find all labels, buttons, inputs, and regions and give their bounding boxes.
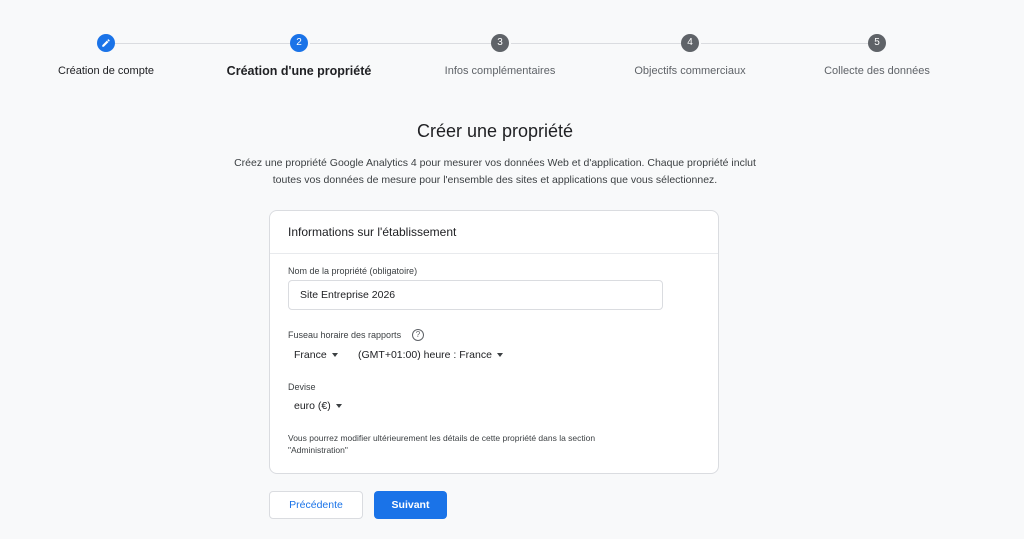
note-line: "Administration"	[288, 445, 348, 455]
caret-down-icon	[331, 353, 338, 357]
property-name-input[interactable]	[288, 280, 663, 310]
pencil-icon	[102, 39, 110, 47]
timezone-label: Fuseau horaire des rapports	[288, 330, 402, 340]
step-number: 5	[868, 34, 886, 52]
step-number: 4	[681, 34, 699, 52]
currency-label: Devise	[288, 382, 316, 392]
card-header: Informations sur l'établissement	[270, 211, 718, 254]
country-dropdown[interactable]: France	[294, 349, 338, 361]
step-label: Objectifs commerciaux	[634, 65, 746, 77]
caret-down-icon	[496, 353, 503, 357]
caret-down-icon	[335, 404, 342, 408]
step-label: Création d'une propriété	[226, 64, 372, 78]
description-line: Créez une propriété Google Analytics 4 p…	[234, 157, 756, 169]
country-value: France	[294, 349, 327, 361]
description-line: toutes vos données de mesure pour l'ense…	[272, 174, 718, 186]
currency-dropdown[interactable]: euro (€)	[294, 400, 342, 412]
admin-note: Vous pourrez modifier ultérieurement les…	[288, 432, 688, 456]
step-number: 2	[290, 34, 308, 52]
question-circle-icon[interactable]: ?	[412, 329, 424, 341]
note-line: Vous pourrez modifier ultérieurement les…	[288, 433, 596, 443]
property-name-label: Nom de la propriété (obligatoire)	[288, 266, 418, 276]
step-data-collection: 5 Collecte des données	[787, 34, 967, 77]
currency-value: euro (€)	[294, 400, 331, 412]
timezone-value: (GMT+01:00) heure : France	[358, 349, 492, 361]
step-label: Collecte des données	[824, 65, 930, 77]
business-info-card: Informations sur l'établissement Nom de …	[269, 210, 719, 474]
step-account-creation: Création de compte	[16, 34, 196, 77]
step-business-objectives: 4 Objectifs commerciaux	[600, 34, 780, 77]
step-label: Infos complémentaires	[444, 65, 556, 77]
progress-stepper: Création de compte 2 Création d'une prop…	[0, 0, 1024, 90]
page-description: Créez une propriété Google Analytics 4 p…	[190, 155, 800, 189]
step-number: 3	[491, 34, 509, 52]
timezone-dropdown[interactable]: (GMT+01:00) heure : France	[358, 349, 503, 361]
step-label: Création de compte	[58, 65, 154, 77]
page-title: Créer une propriété	[416, 121, 574, 141]
step-done-indicator	[97, 34, 115, 52]
step-property-creation: 2 Création d'une propriété	[209, 34, 389, 78]
next-button[interactable]: Suivant	[374, 491, 447, 519]
step-additional-info: 3 Infos complémentaires	[410, 34, 590, 77]
previous-button[interactable]: Précédente	[269, 491, 363, 519]
